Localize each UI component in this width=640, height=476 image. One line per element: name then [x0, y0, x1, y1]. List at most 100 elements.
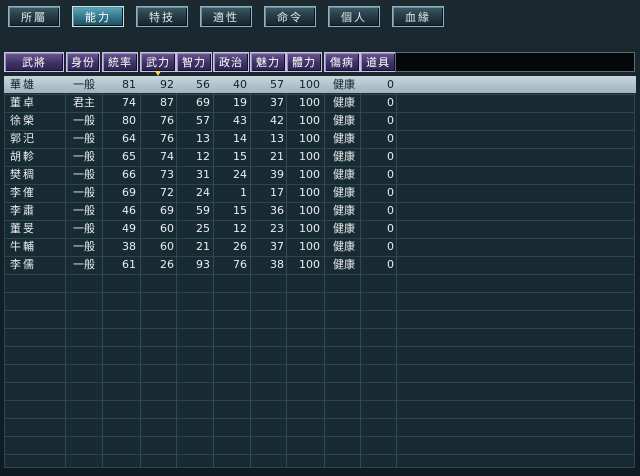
cell-politics: 15: [233, 204, 247, 217]
cell-war: 92: [160, 78, 174, 91]
cell-name: 董旻: [10, 222, 36, 235]
tab-affiliation[interactable]: 所屬: [8, 6, 60, 27]
cell-charisma: 21: [270, 150, 284, 163]
tab-orders[interactable]: 命令: [264, 6, 316, 27]
cell-name: 李肅: [10, 204, 36, 217]
table-row[interactable]: 李傕 一般 69 72 24 1 17 100 健康 0: [4, 184, 636, 201]
table-row[interactable]: 華雄 一般 81 92 56 40 57 100 健康 0: [4, 76, 636, 93]
cell-leadership: 46: [122, 204, 136, 217]
header-blank-panel: [395, 52, 635, 72]
column-header-injury[interactable]: 傷病: [324, 52, 360, 72]
cell-items: 0: [387, 240, 394, 253]
cell-politics: 76: [233, 258, 247, 271]
cell-war: 72: [160, 186, 174, 199]
cell-items: 0: [387, 78, 394, 91]
cell-items: 0: [387, 168, 394, 181]
cell-stamina: 100: [299, 240, 320, 253]
cell-war: 60: [160, 222, 174, 235]
cell-items: 0: [387, 96, 394, 109]
column-header-items[interactable]: 道具: [360, 52, 396, 72]
cell-intelligence: 24: [196, 186, 210, 199]
column-header-charisma[interactable]: 魅力: [250, 52, 286, 72]
cell-stamina: 100: [299, 150, 320, 163]
cell-intelligence: 12: [196, 150, 210, 163]
cell-war: 73: [160, 168, 174, 181]
cell-intelligence: 57: [196, 114, 210, 127]
cell-leadership: 66: [122, 168, 136, 181]
cell-name: 胡軫: [10, 150, 36, 163]
cell-charisma: 57: [270, 78, 284, 91]
cell-intelligence: 59: [196, 204, 210, 217]
cell-war: 87: [160, 96, 174, 109]
cell-charisma: 42: [270, 114, 284, 127]
cell-war: 26: [160, 258, 174, 271]
cell-leadership: 61: [122, 258, 136, 271]
table-row[interactable]: 郭汜 一般 64 76 13 14 13 100 健康 0: [4, 130, 636, 147]
cell-charisma: 36: [270, 204, 284, 217]
column-header-politics[interactable]: 政治: [213, 52, 249, 72]
cell-items: 0: [387, 150, 394, 163]
column-header-rank[interactable]: 身份: [66, 52, 100, 72]
cell-injury: 健康: [333, 204, 355, 217]
cell-leadership: 69: [122, 186, 136, 199]
cell-rank: 一般: [73, 132, 95, 145]
table-row[interactable]: 胡軫 一般 65 74 12 15 21 100 健康 0: [4, 148, 636, 165]
column-header-stamina[interactable]: 體力: [286, 52, 322, 72]
table-row[interactable]: 徐榮 一般 80 76 57 43 42 100 健康 0: [4, 112, 636, 129]
table-row[interactable]: 董卓 君主 74 87 69 19 37 100 健康 0: [4, 94, 636, 111]
cell-leadership: 38: [122, 240, 136, 253]
cell-rank: 君主: [73, 96, 95, 109]
cell-rank: 一般: [73, 258, 95, 271]
cell-charisma: 13: [270, 132, 284, 145]
cell-intelligence: 93: [196, 258, 210, 271]
column-header-war[interactable]: 武力: [140, 52, 176, 76]
cell-politics: 15: [233, 150, 247, 163]
tab-bloodline[interactable]: 血緣: [392, 6, 444, 27]
column-header-war-label: 武力: [146, 56, 170, 69]
cell-name: 郭汜: [10, 132, 36, 145]
tab-aptitude[interactable]: 適性: [200, 6, 252, 27]
table-row[interactable]: 李肅 一般 46 69 59 15 36 100 健康 0: [4, 202, 636, 219]
tab-ability[interactable]: 能力: [72, 6, 124, 27]
cell-rank: 一般: [73, 150, 95, 163]
cell-items: 0: [387, 222, 394, 235]
table-row[interactable]: 樊稠 一般 66 73 31 24 39 100 健康 0: [4, 166, 636, 183]
column-header-general[interactable]: 武將: [4, 52, 64, 72]
cell-rank: 一般: [73, 240, 95, 253]
cell-name: 牛輔: [10, 240, 36, 253]
cell-stamina: 100: [299, 204, 320, 217]
cell-leadership: 81: [122, 78, 136, 91]
table-row[interactable]: 牛輔 一般 38 60 21 26 37 100 健康 0: [4, 238, 636, 255]
table-row[interactable]: 李儒 一般 61 26 93 76 38 100 健康 0: [4, 256, 636, 273]
cell-stamina: 100: [299, 114, 320, 127]
cell-items: 0: [387, 132, 394, 145]
cell-stamina: 100: [299, 186, 320, 199]
cell-name: 董卓: [10, 96, 36, 109]
cell-intelligence: 31: [196, 168, 210, 181]
cell-name: 華雄: [10, 78, 36, 91]
cell-rank: 一般: [73, 204, 95, 217]
tab-skills[interactable]: 特技: [136, 6, 188, 27]
column-header-intelligence[interactable]: 智力: [176, 52, 212, 72]
cell-injury: 健康: [333, 222, 355, 235]
cell-politics: 12: [233, 222, 247, 235]
cell-injury: 健康: [333, 132, 355, 145]
cell-injury: 健康: [333, 258, 355, 271]
cell-rank: 一般: [73, 186, 95, 199]
cell-politics: 40: [233, 78, 247, 91]
cell-leadership: 74: [122, 96, 136, 109]
cell-rank: 一般: [73, 168, 95, 181]
tab-personal[interactable]: 個人: [328, 6, 380, 27]
cell-war: 74: [160, 150, 174, 163]
cell-war: 76: [160, 132, 174, 145]
cell-intelligence: 21: [196, 240, 210, 253]
column-header-leadership[interactable]: 統率: [102, 52, 138, 72]
cell-leadership: 80: [122, 114, 136, 127]
cell-charisma: 37: [270, 240, 284, 253]
cell-stamina: 100: [299, 222, 320, 235]
cell-items: 0: [387, 204, 394, 217]
table-row[interactable]: 董旻 一般 49 60 25 12 23 100 健康 0: [4, 220, 636, 237]
cell-stamina: 100: [299, 168, 320, 181]
cell-politics: 26: [233, 240, 247, 253]
cell-stamina: 100: [299, 258, 320, 271]
